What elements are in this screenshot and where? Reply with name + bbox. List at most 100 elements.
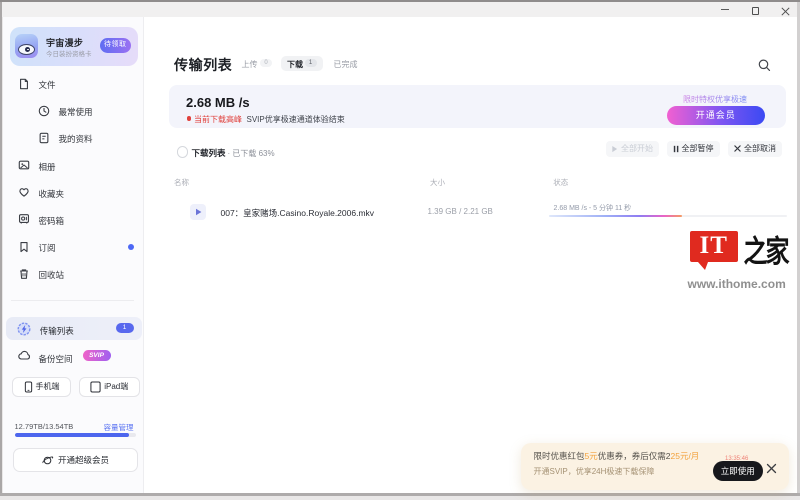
ithome-url: www.ithome.com — [688, 277, 786, 291]
search-icon[interactable] — [757, 58, 771, 72]
download-list-subtitle: · 已下载 63% — [228, 148, 275, 159]
logo-eye-shape — [18, 44, 35, 55]
file-name[interactable]: 007：皇家赌场.Casino.Royale.2006.mkv — [221, 207, 375, 219]
ipad-client-button[interactable]: iPad端 — [79, 377, 141, 397]
photo-icon — [18, 159, 30, 171]
storage-progress-track — [15, 433, 136, 438]
storage-manage-link[interactable]: 容量管理 — [91, 422, 134, 433]
promo-toast: 限时优惠红包5元优惠券，券后仅需225元/月 13:35:46 开通SVIP，优… — [521, 443, 789, 490]
alert-text-rest: SVIP优享极速通道体验结束 — [247, 114, 345, 125]
safe-icon — [18, 213, 30, 225]
cancel-icon — [734, 145, 741, 152]
page-title: 传输列表 — [174, 55, 232, 75]
notification-dot — [128, 244, 134, 250]
storage-usage-text: 12.79TB/13.54TB — [15, 422, 74, 431]
row-play-button[interactable] — [190, 204, 206, 220]
phone-client-label: 手机端 — [36, 381, 60, 392]
trash-icon — [18, 268, 30, 280]
sidebar-item-backup[interactable]: 备份空间 SVIP — [3, 344, 144, 368]
window-minimize-button[interactable] — [721, 9, 729, 10]
note-icon — [38, 132, 50, 144]
planet-icon — [41, 455, 54, 466]
sidebar-item-photo[interactable]: 相册 — [3, 152, 144, 179]
file-progress-track — [549, 215, 787, 218]
sidebar-item-trash[interactable]: 回收站 — [3, 261, 144, 288]
window-titlebar — [0, 2, 800, 17]
sidebar-item-note[interactable]: 我的资料 — [3, 125, 144, 152]
sidebar-item-label: 订阅 — [39, 242, 56, 254]
download-speed: 2.68 MB /s — [186, 95, 250, 110]
file-size: 1.39 GB / 2.21 GB — [428, 207, 493, 216]
phone-client-button[interactable]: 手机端 — [12, 377, 71, 397]
sidebar-item-label: 传输列表 — [40, 325, 74, 337]
toast-offer-segment: 25元/月 — [670, 451, 699, 461]
tab-upload-badge: 0 — [260, 59, 272, 67]
promo-text: 限时特权优享极速 — [667, 94, 748, 105]
start-all-button[interactable]: 全部开始 — [606, 141, 659, 157]
cancel-all-label: 全部取消 — [744, 143, 776, 154]
lightning-icon — [17, 322, 31, 336]
transfer-count-badge: 1 — [116, 323, 134, 333]
toast-offer-segment: 5元 — [585, 451, 598, 461]
sidebar-item-file[interactable]: 文件 — [3, 71, 144, 98]
file-progress-fill — [549, 215, 682, 218]
profile-subtitle: 今日装扮资格卡 — [46, 48, 92, 58]
tab-download[interactable]: 下载 1 — [281, 56, 323, 72]
tab-completed[interactable]: 已完成 — [334, 59, 358, 70]
bookmark-icon — [18, 241, 30, 253]
clock-icon — [38, 105, 50, 117]
claim-badge[interactable]: 待领取 — [100, 38, 132, 53]
window-maximize-button[interactable] — [752, 7, 760, 15]
sidebar-item-heart[interactable]: 收藏夹 — [3, 179, 144, 206]
toast-offer-segment: 限时优惠红包 — [534, 451, 585, 461]
sidebar-item-bookmark[interactable]: 订阅 — [3, 234, 144, 261]
sidebar-item-safe[interactable]: 密码箱 — [3, 206, 144, 233]
tab-download-label: 下载 — [287, 59, 303, 70]
start-all-label: 全部开始 — [621, 143, 653, 154]
pause-all-button[interactable]: 全部暂停 — [667, 141, 720, 157]
ithome-watermark: IT 之家 www.ithome.com — [688, 228, 794, 308]
sidebar-item-transfer-list[interactable]: 传输列表 1 — [6, 317, 142, 340]
upgrade-svip-label: 开通超级会员 — [58, 454, 109, 466]
tab-download-badge: 1 — [305, 59, 317, 67]
sidebar-item-label: 我的资料 — [59, 133, 93, 145]
profile-card[interactable]: 宇宙漫步 今日装扮资格卡 待领取 — [10, 27, 138, 67]
upgrade-svip-button[interactable]: 开通超级会员 — [13, 448, 138, 472]
cloud-icon — [18, 350, 31, 362]
download-list-title: 下载列表 — [192, 147, 226, 159]
tablet-icon — [90, 381, 101, 393]
use-now-button[interactable]: 立即使用 — [713, 461, 764, 482]
sidebar: 宇宙漫步 今日装扮资格卡 待领取 文件最常使用我的资料相册收藏夹密码箱订阅回收站… — [3, 17, 144, 493]
tab-upload[interactable]: 上传 — [242, 59, 258, 70]
toast-close-icon[interactable] — [766, 463, 778, 475]
sidebar-item-label: 文件 — [39, 79, 56, 91]
select-all-checkbox[interactable] — [177, 146, 189, 158]
heart-icon — [18, 186, 30, 198]
file-icon — [18, 78, 30, 90]
open-vip-button[interactable]: 开通会员 — [667, 106, 765, 125]
column-header-size: 大小 — [430, 177, 445, 188]
sidebar-item-label: 回收站 — [39, 269, 65, 281]
storage-progress-fill — [15, 433, 130, 438]
sidebar-item-clock[interactable]: 最常使用 — [3, 98, 144, 125]
svip-badge: SVIP — [83, 350, 111, 361]
sidebar-item-label: 相册 — [39, 161, 56, 173]
window-border-bottom — [0, 493, 800, 496]
file-status: 2.68 MB /s - 5 分钟 11 秒 — [554, 203, 632, 213]
app-logo-icon — [15, 34, 38, 58]
pause-icon — [673, 145, 679, 153]
app-window: 宇宙漫步 今日装扮资格卡 待领取 文件最常使用我的资料相册收藏夹密码箱订阅回收站… — [3, 17, 798, 493]
toast-offer-segment: 优惠券，券后仅需2 — [598, 451, 671, 461]
cancel-all-button[interactable]: 全部取消 — [728, 141, 782, 157]
speed-banner: 2.68 MB /s 当前下载高峰 SVIP优享极速通道体验结束 限时特权优享极… — [169, 85, 787, 129]
play-icon — [611, 145, 618, 153]
window-close-button[interactable] — [781, 7, 790, 16]
sidebar-item-label: 收藏夹 — [39, 188, 65, 200]
column-header-status: 状态 — [553, 177, 568, 188]
sidebar-item-label: 备份空间 — [39, 353, 73, 365]
ithome-logo-text: IT — [690, 232, 738, 260]
ipad-client-label: iPad端 — [104, 381, 128, 392]
sidebar-divider — [11, 300, 134, 301]
phone-icon — [24, 381, 33, 393]
column-header-name: 名称 — [174, 177, 189, 188]
